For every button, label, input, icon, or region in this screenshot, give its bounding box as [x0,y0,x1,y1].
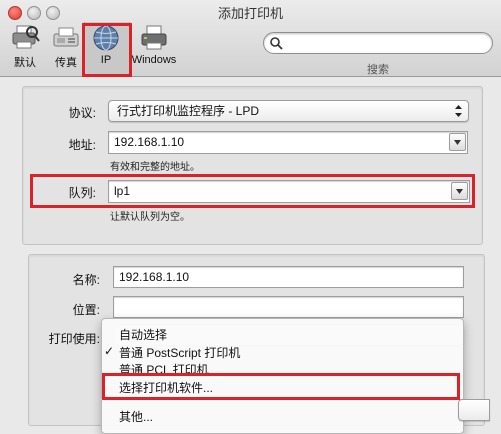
queue-highlight-box [30,174,475,208]
location-label: 位置: [72,303,100,317]
menu-item-auto-select[interactable]: 自动选择 [119,326,167,343]
menu-item-other[interactable]: 其他... [119,408,153,425]
address-field[interactable]: 192.168.1.10 [108,131,468,154]
print-using-label: 打印使用: [48,332,100,346]
search-label: 搜索 [367,64,389,76]
chevron-down-icon [454,140,461,145]
protocol-value: 行式打印机监控程序 - LPD [117,104,260,118]
check-mark-icon: ✓ [104,344,115,358]
protocol-select[interactable]: 行式打印机监控程序 - LPD [108,100,469,122]
search-icon [270,37,283,50]
search-input[interactable] [263,32,493,54]
ip-tool-highlight-box [82,23,132,77]
address-hint: 有效和完整的地址。 [110,162,200,173]
name-field[interactable]: 192.168.1.10 [113,266,464,288]
location-field[interactable] [113,296,464,318]
add-button-partial[interactable] [458,399,490,421]
address-value: 192.168.1.10 [114,135,185,149]
default-printer-icon [10,24,40,52]
name-value: 192.168.1.10 [119,270,190,284]
name-label: 名称: [72,273,100,287]
windows-printer-icon [139,24,169,52]
updown-arrows-icon [455,105,462,117]
fax-icon [51,24,81,52]
address-label: 地址: [68,138,96,152]
select-software-highlight-box [102,373,460,400]
protocol-label: 协议: [68,106,96,120]
address-dropdown-button[interactable] [449,133,466,151]
toolbar-item-default[interactable]: 默认 [3,24,47,70]
toolbar-item-label: 默认 [14,57,36,69]
toolbar-item-windows[interactable]: Windows [126,24,182,66]
toolbar-item-label: Windows [131,54,177,66]
window-title: 添加打印机 [217,6,283,21]
queue-hint: 让默认队列为空。 [110,212,190,223]
menu-item-generic-postscript[interactable]: 普通 PostScript 打印机 [119,344,240,361]
